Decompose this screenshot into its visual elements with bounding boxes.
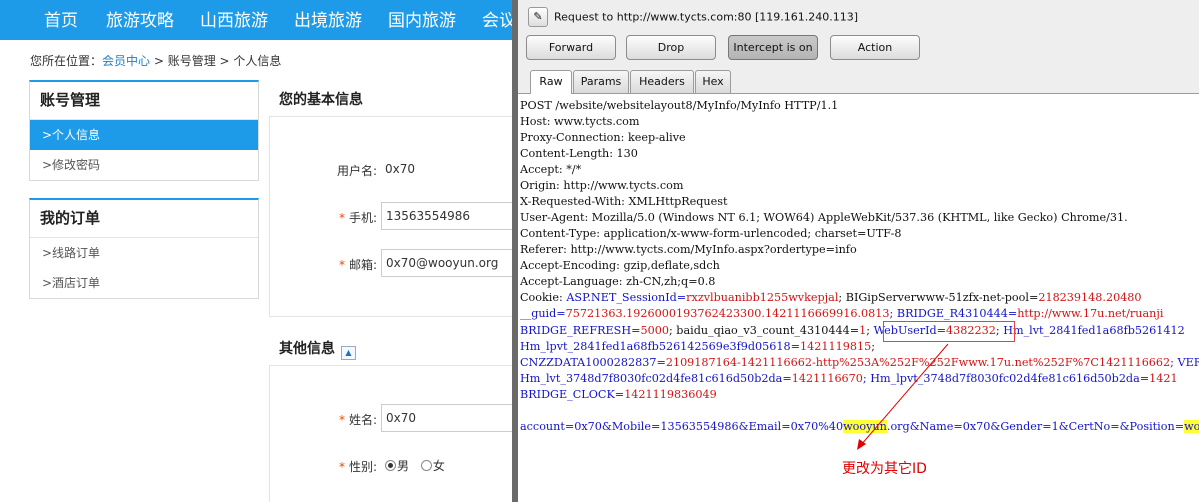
- required-mark: *: [338, 413, 345, 427]
- tab-raw[interactable]: Raw: [530, 70, 572, 94]
- username-value: 0x70: [385, 162, 416, 176]
- name-field[interactable]: 0x70: [381, 404, 512, 432]
- nav-domestic-travel[interactable]: 国内旅游: [388, 0, 456, 40]
- drop-button[interactable]: Drop: [626, 35, 716, 60]
- gender-female-radio[interactable]: [420, 460, 432, 471]
- sidebar-item-label: 修改密码: [52, 158, 101, 172]
- gender-label: * 性别:: [338, 460, 377, 474]
- sidebar-item-profile[interactable]: >个人信息: [30, 120, 258, 150]
- annotation-text: 更改为其它ID: [842, 461, 927, 477]
- name-label: * 姓名:: [338, 413, 377, 427]
- other-info-panel: [269, 365, 512, 502]
- nav-outbound-travel[interactable]: 出境旅游: [294, 0, 362, 40]
- action-button[interactable]: Action: [830, 35, 920, 60]
- request-info-bar: ✎ Request to http://www.tycts.com:80 [119…: [528, 7, 858, 27]
- nav-home[interactable]: 首页: [44, 0, 78, 40]
- sidebar-item-label: 酒店订单: [52, 276, 101, 290]
- sidebar-item-change-password[interactable]: >修改密码: [30, 150, 258, 180]
- divider: [269, 316, 512, 317]
- sidebar-item-hotel-orders[interactable]: >酒店订单: [30, 268, 258, 298]
- chevron-right-icon: >: [42, 128, 53, 142]
- breadcrumb-prefix: 您所在位置：: [30, 54, 103, 68]
- intercept-toggle-button[interactable]: Intercept is on: [728, 35, 818, 60]
- phone-field[interactable]: 13563554986: [381, 202, 512, 230]
- email-label: * 邮箱:: [338, 258, 377, 272]
- chevron-right-icon: >: [42, 276, 53, 290]
- basic-info-title: 您的基本信息: [279, 92, 363, 108]
- top-navigation: 首页 旅游攻略 山西旅游 出境旅游 国内旅游 会议: [0, 0, 512, 40]
- raw-request-editor[interactable]: POST /website/websitelayout8/MyInfo/MyIn…: [518, 93, 1199, 502]
- gender-male-radio[interactable]: [385, 460, 396, 471]
- breadcrumb-separator: >: [150, 54, 168, 68]
- breadcrumb-current: 个人信息: [233, 54, 282, 68]
- breadcrumb: 您所在位置：会员中心 > 账号管理 > 个人信息: [30, 52, 281, 69]
- email-field[interactable]: 0x70@wooyun.org: [381, 249, 512, 277]
- nav-travel-guide[interactable]: 旅游攻略: [106, 0, 174, 40]
- gender-male-label: 男: [397, 459, 410, 473]
- breadcrumb-member-center-link[interactable]: 会员中心: [102, 54, 150, 68]
- collapse-toggle-icon[interactable]: ▲: [341, 346, 356, 360]
- phone-label: * 手机:: [338, 211, 377, 225]
- tab-params[interactable]: Params: [573, 70, 629, 93]
- website-panel: 首页 旅游攻略 山西旅游 出境旅游 国内旅游 会议 您所在位置：会员中心 > 账…: [0, 0, 512, 502]
- breadcrumb-account: 账号管理: [167, 54, 216, 68]
- account-menu: 账号管理 >个人信息 >修改密码: [29, 80, 259, 181]
- annotation-arrow: [857, 343, 949, 450]
- sidebar-item-label: 个人信息: [52, 128, 101, 142]
- breadcrumb-separator: >: [215, 54, 234, 68]
- required-mark: *: [338, 211, 345, 225]
- nav-conference[interactable]: 会议: [482, 0, 512, 40]
- other-info-title: 其他信息 ▲: [279, 338, 356, 360]
- gender-options: 男 女: [385, 457, 445, 474]
- sidebar-item-route-orders[interactable]: >线路订单: [30, 238, 258, 268]
- forward-button[interactable]: Forward: [526, 35, 616, 60]
- required-mark: *: [338, 258, 345, 272]
- chevron-right-icon: >: [42, 158, 53, 172]
- sidebar-item-label: 线路订单: [52, 246, 101, 260]
- username-label: 用户名:: [336, 164, 377, 178]
- nav-shanxi-travel[interactable]: 山西旅游: [200, 0, 268, 40]
- pencil-icon[interactable]: ✎: [528, 7, 548, 27]
- burp-intercept-window: ✎ Request to http://www.tycts.com:80 [119…: [512, 0, 1199, 502]
- chevron-right-icon: >: [42, 246, 53, 260]
- orders-menu: 我的订单 >线路订单 >酒店订单: [29, 198, 259, 299]
- request-target: Request to http://www.tycts.com:80 [119.…: [554, 10, 859, 24]
- tab-headers[interactable]: Headers: [630, 70, 694, 93]
- orders-menu-title: 我的订单: [30, 200, 258, 238]
- required-mark: *: [338, 460, 345, 474]
- account-menu-title: 账号管理: [30, 82, 258, 120]
- gender-female-label: 女: [432, 459, 445, 473]
- tab-hex[interactable]: Hex: [695, 70, 731, 93]
